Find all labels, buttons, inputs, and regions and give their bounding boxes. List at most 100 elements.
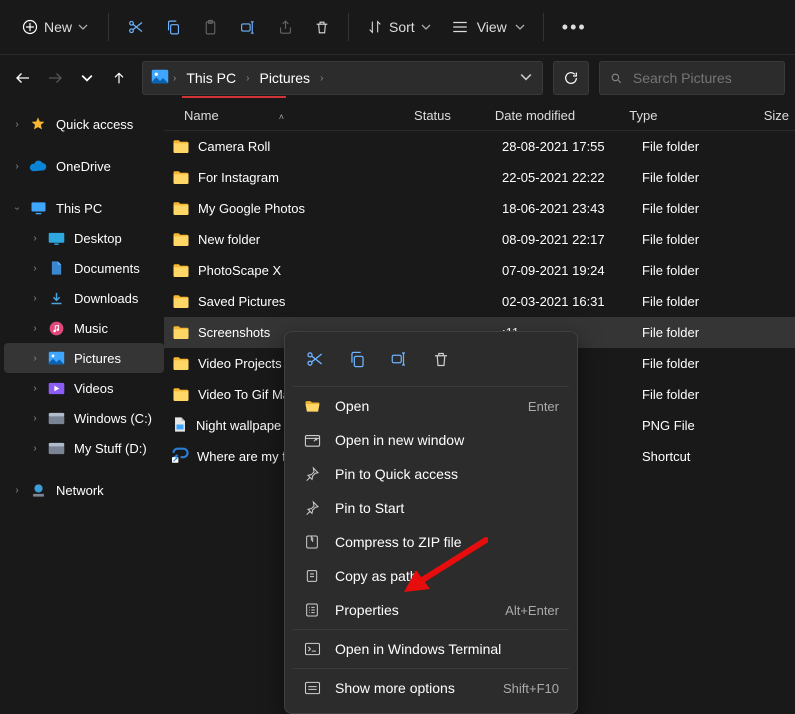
file-type: Shortcut [642,449,782,464]
sidebar-item-this-pc[interactable]: ›This PC [4,193,164,223]
chevron-down-icon [515,22,525,32]
file-type: File folder [642,387,782,402]
up-button[interactable] [106,65,132,91]
breadcrumb-this-pc[interactable]: This PC [180,68,242,88]
file-name: Video Projects [198,356,282,371]
view-icon [451,20,469,34]
context-menu: Open Enter Open in new window Pin to Qui… [284,331,578,714]
file-date: 07-09-2021 19:24 [502,263,642,278]
sidebar-item-downloads[interactable]: ›Downloads [4,283,164,313]
ctx-open-terminal[interactable]: Open in Windows Terminal [293,632,569,666]
search-icon [610,71,623,86]
address-dropdown[interactable] [518,66,534,90]
col-date[interactable]: Date modified [489,108,623,123]
terminal-icon [303,640,321,658]
file-type: File folder [642,201,782,216]
folder-icon [172,262,190,280]
ctx-compress[interactable]: Compress to ZIP file [293,525,569,559]
file-date: 08-09-2021 22:17 [502,232,642,247]
cut-button[interactable] [117,12,155,42]
col-name[interactable]: Name˄ [164,108,408,123]
file-row[interactable]: PhotoScape X07-09-2021 19:24File folder [164,255,795,286]
back-button[interactable] [10,65,36,91]
ctx-copy-path[interactable]: Copy as path [293,559,569,593]
sidebar-item-videos[interactable]: ›Videos [4,373,164,403]
ctx-rename-button[interactable] [381,342,417,376]
ctx-open[interactable]: Open Enter [293,389,569,423]
file-name: Night wallpape [196,418,281,433]
file-date: 22-05-2021 22:22 [502,170,642,185]
rename-icon [389,350,409,368]
disk-icon [46,438,66,458]
file-name: My Google Photos [198,201,305,216]
rename-button[interactable] [229,13,267,42]
ctx-properties[interactable]: Properties Alt+Enter [293,593,569,627]
file-type: PNG File [642,418,782,433]
pictures-icon [46,348,66,368]
show-more-icon [303,679,321,697]
col-type[interactable]: Type [623,108,757,123]
refresh-button[interactable] [553,61,589,95]
file-row[interactable]: For Instagram22-05-2021 22:22File folder [164,162,795,193]
search-box[interactable] [599,61,785,95]
address-bar[interactable]: › This PC › Pictures › [142,61,543,95]
more-button[interactable]: ••• [552,11,597,44]
folder-icon [172,355,190,373]
sidebar-item-documents[interactable]: ›Documents [4,253,164,283]
file-row[interactable]: New folder08-09-2021 22:17File folder [164,224,795,255]
copy-icon [165,19,182,36]
delete-button[interactable] [304,13,340,42]
ctx-open-new-window[interactable]: Open in new window [293,423,569,457]
col-size[interactable]: Size [758,108,795,123]
cloud-icon [28,156,48,176]
file-row[interactable]: My Google Photos 18-06-2021 23:43File fol… [164,193,795,224]
copy-icon [348,350,367,369]
music-icon [46,318,66,338]
sidebar-item-onedrive[interactable]: ›OneDrive [4,151,164,181]
sidebar-item-windows-c[interactable]: ›Windows (C:) [4,403,164,433]
sidebar-item-my-stuff-d[interactable]: ›My Stuff (D:) [4,433,164,463]
trash-icon [314,19,330,36]
sidebar-item-network[interactable]: ›Network [4,475,164,505]
file-row[interactable]: Camera Roll28-08-2021 17:55File folder [164,131,795,162]
sidebar-item-music[interactable]: ›Music [4,313,164,343]
folder-icon [172,324,190,342]
scissors-icon [305,349,325,369]
ctx-delete-button[interactable] [423,342,459,376]
view-button[interactable]: View [441,13,535,41]
file-type: File folder [642,170,782,185]
command-bar: New Sort View ••• [0,0,795,55]
navigation-pane: ›Quick access ›OneDrive ›This PC ›Deskto… [0,101,164,711]
paste-button[interactable] [192,13,229,42]
trash-icon [432,350,450,369]
sidebar-item-desktop[interactable]: ›Desktop [4,223,164,253]
sort-button[interactable]: Sort [357,13,441,41]
ctx-show-more[interactable]: Show more options Shift+F10 [293,671,569,705]
ctx-pin-start[interactable]: Pin to Start [293,491,569,525]
sidebar-item-quick-access[interactable]: ›Quick access [4,109,164,139]
file-date: 18-06-2021 23:43 [502,201,642,216]
share-button[interactable] [267,13,304,42]
shortcut-icon [172,447,189,466]
file-row[interactable]: Saved Pictures02-03-2021 16:31File folde… [164,286,795,317]
folder-icon [172,231,190,249]
sidebar-item-pictures[interactable]: ›Pictures [4,343,164,373]
file-type: File folder [642,139,782,154]
folder-icon [172,169,190,187]
recent-locations-button[interactable] [74,65,100,91]
breadcrumb-pictures[interactable]: Pictures [253,68,316,88]
file-type: File folder [642,356,782,371]
ctx-copy-button[interactable] [339,342,375,376]
ctx-cut-button[interactable] [297,342,333,376]
ctx-pin-quick[interactable]: Pin to Quick access [293,457,569,491]
file-name: Video To Gif Ma [198,387,290,402]
annotation-underline [182,96,286,98]
col-status[interactable]: Status [408,108,489,123]
copy-button[interactable] [155,13,192,42]
search-input[interactable] [633,70,774,86]
properties-icon [303,601,321,619]
open-icon [303,397,321,415]
new-button[interactable]: New [10,13,100,41]
window-icon [303,431,321,449]
forward-button[interactable] [42,65,68,91]
